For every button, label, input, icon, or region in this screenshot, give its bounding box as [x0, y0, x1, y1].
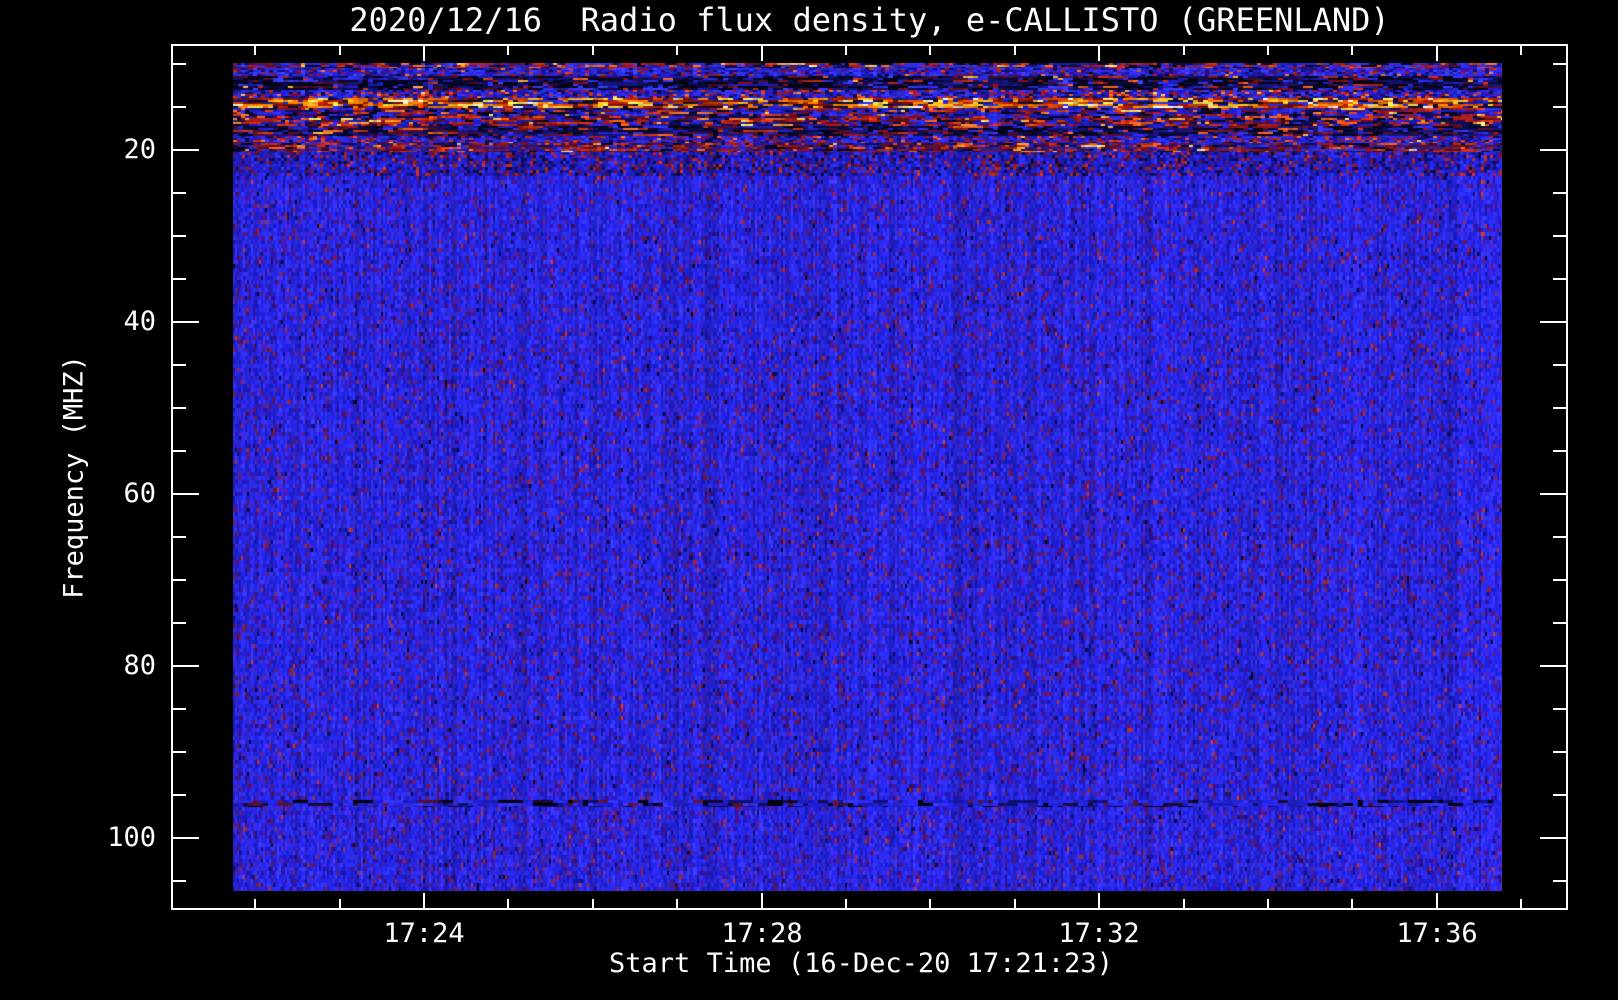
tick-mark — [1098, 893, 1100, 908]
y-axis-label: Frequency (MHZ) — [58, 355, 90, 599]
tick-mark — [592, 899, 594, 908]
tick-mark — [173, 622, 186, 624]
tick-mark — [1553, 63, 1566, 65]
x-tick-label: 17:28 — [721, 918, 803, 949]
tick-mark — [1183, 899, 1185, 908]
tick-mark — [1540, 665, 1566, 667]
tick-mark — [1520, 46, 1522, 55]
tick-mark — [761, 46, 763, 61]
tick-mark — [173, 149, 199, 151]
tick-mark — [173, 321, 199, 323]
y-tick-label: 20 — [123, 134, 156, 165]
tick-mark — [1014, 899, 1016, 908]
tick-mark — [1267, 46, 1269, 55]
tick-mark — [1553, 450, 1566, 452]
y-tick-label: 40 — [123, 306, 156, 337]
tick-mark — [929, 46, 931, 55]
y-tick-label: 60 — [123, 478, 156, 509]
tick-mark — [1520, 899, 1522, 908]
tick-mark — [173, 407, 186, 409]
tick-mark — [339, 46, 341, 55]
tick-mark — [173, 493, 199, 495]
tick-mark — [254, 899, 256, 908]
tick-mark — [1183, 46, 1185, 55]
tick-mark — [1553, 794, 1566, 796]
tick-mark — [173, 450, 186, 452]
tick-mark — [423, 893, 425, 908]
tick-mark — [1553, 192, 1566, 194]
tick-mark — [1553, 622, 1566, 624]
tick-mark — [1098, 46, 1100, 61]
tick-mark — [1436, 46, 1438, 61]
tick-mark — [173, 837, 199, 839]
spectrogram-figure: 2020/12/16 Radio flux density, e-CALLIST… — [0, 0, 1618, 1000]
tick-mark — [592, 46, 594, 55]
tick-mark — [1553, 235, 1566, 237]
tick-mark — [1553, 106, 1566, 108]
x-tick-label: 17:32 — [1058, 918, 1140, 949]
tick-mark — [173, 63, 186, 65]
tick-mark — [173, 364, 186, 366]
x-tick-label: 17:36 — [1396, 918, 1478, 949]
tick-mark — [254, 46, 256, 55]
tick-mark — [173, 106, 186, 108]
spectrogram-canvas — [233, 63, 1502, 891]
tick-mark — [507, 899, 509, 908]
tick-mark — [173, 579, 186, 581]
tick-mark — [1436, 893, 1438, 908]
tick-mark — [1351, 899, 1353, 908]
tick-mark — [173, 665, 199, 667]
y-tick-label: 100 — [107, 822, 156, 853]
tick-mark — [507, 46, 509, 55]
tick-mark — [1553, 751, 1566, 753]
tick-mark — [845, 46, 847, 55]
tick-mark — [761, 893, 763, 908]
tick-mark — [1540, 493, 1566, 495]
tick-mark — [173, 278, 186, 280]
tick-mark — [1553, 407, 1566, 409]
x-axis-label: Start Time (16-Dec-20 17:21:23) — [609, 948, 1113, 979]
tick-mark — [1351, 46, 1353, 55]
tick-mark — [173, 794, 186, 796]
x-tick-label: 17:24 — [383, 918, 465, 949]
tick-mark — [1267, 899, 1269, 908]
tick-mark — [339, 899, 341, 908]
tick-mark — [173, 536, 186, 538]
tick-mark — [676, 46, 678, 55]
tick-mark — [1540, 837, 1566, 839]
tick-mark — [173, 192, 186, 194]
chart-title: 2020/12/16 Radio flux density, e-CALLIST… — [349, 1, 1390, 39]
tick-mark — [423, 46, 425, 61]
tick-mark — [173, 708, 186, 710]
tick-mark — [173, 235, 186, 237]
tick-mark — [1553, 708, 1566, 710]
tick-mark — [929, 899, 931, 908]
tick-mark — [1014, 46, 1016, 55]
tick-mark — [173, 880, 186, 882]
tick-mark — [1553, 278, 1566, 280]
y-tick-label: 80 — [123, 650, 156, 681]
tick-mark — [173, 751, 186, 753]
tick-mark — [1553, 364, 1566, 366]
tick-mark — [676, 899, 678, 908]
tick-mark — [1553, 579, 1566, 581]
tick-mark — [845, 899, 847, 908]
tick-mark — [1553, 880, 1566, 882]
tick-mark — [1553, 536, 1566, 538]
tick-mark — [1540, 321, 1566, 323]
tick-mark — [1540, 149, 1566, 151]
